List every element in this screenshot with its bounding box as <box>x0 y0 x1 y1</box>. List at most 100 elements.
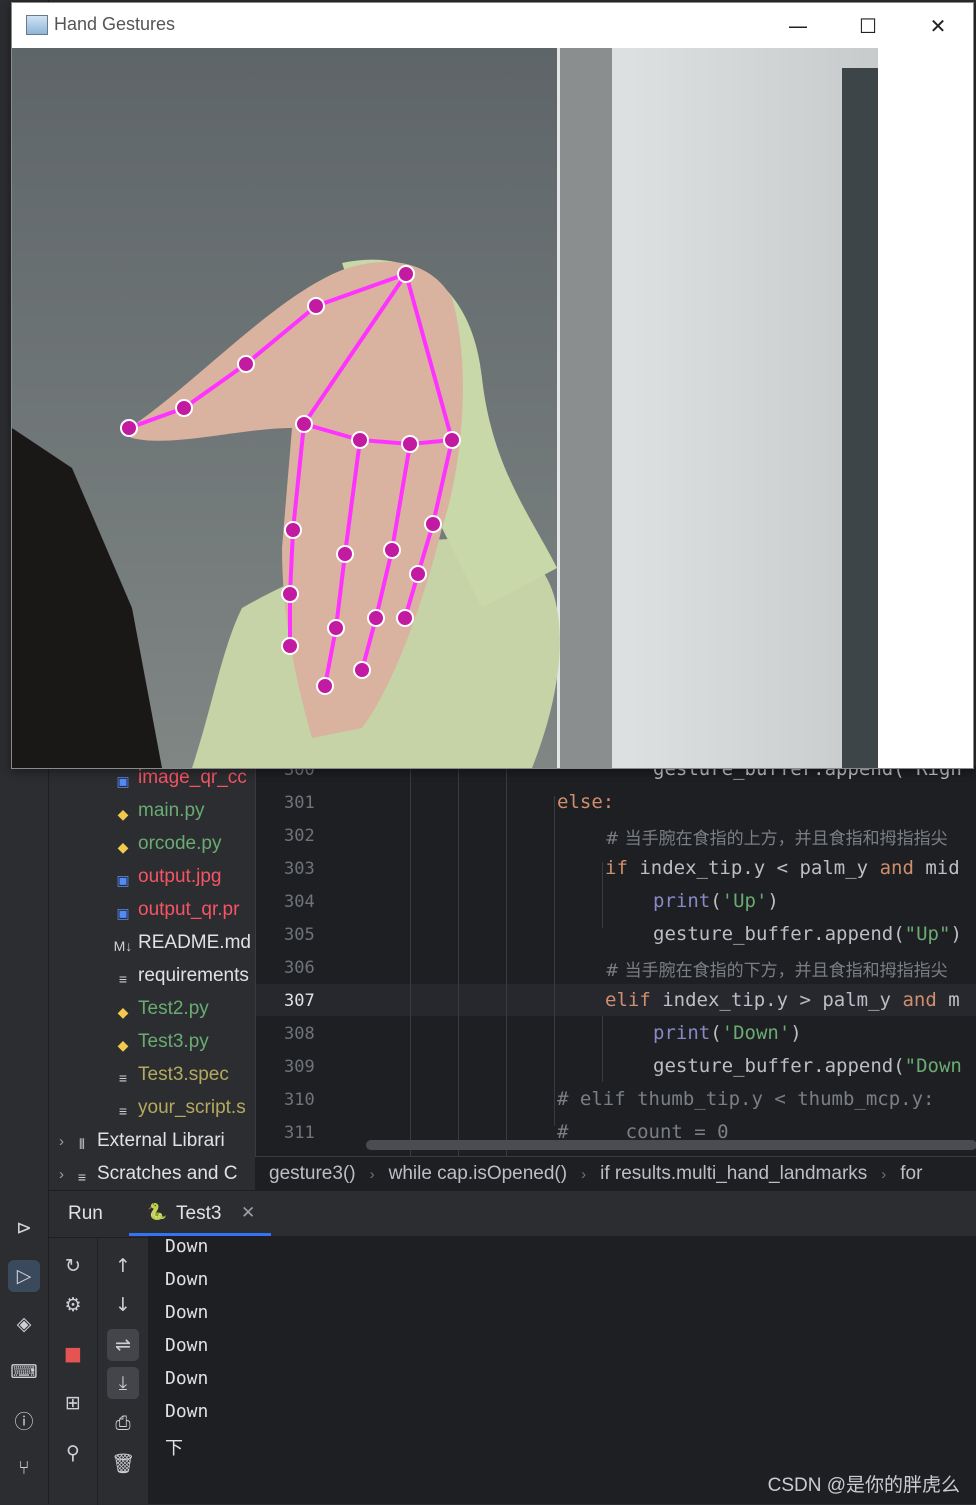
tree-item[interactable]: ≡ requirements <box>113 961 249 991</box>
python-file-icon: ◆ <box>117 839 129 855</box>
landmark-connection <box>288 529 295 595</box>
close-button[interactable]: ✕ <box>903 3 973 48</box>
line-number: 310 <box>284 1090 315 1110</box>
pin-icon[interactable]: ⚲ <box>57 1437 89 1469</box>
code-line[interactable]: print('Up') <box>653 890 779 912</box>
landmark-connection <box>182 362 248 410</box>
chevron-right-icon: › <box>369 1165 375 1183</box>
chevron-right-icon: › <box>581 1165 587 1183</box>
scroll-to-end-icon[interactable]: ⤓ <box>107 1367 139 1399</box>
code-line[interactable]: gesture_buffer.append("Up") <box>653 923 962 945</box>
soft-wrap-icon[interactable]: ⇌ <box>107 1329 139 1361</box>
tree-item-label: Test3.py <box>138 1031 209 1052</box>
landmark-point <box>397 265 415 283</box>
stop-icon[interactable]: ■ <box>57 1338 89 1370</box>
code-line[interactable]: gesture_buffer.append("Down <box>653 1055 962 1077</box>
tree-item[interactable]: ▣ output.jpg <box>113 862 221 892</box>
tab-label: Test3 <box>176 1203 222 1224</box>
tree-scratches[interactable]: › ≡ Scratches and C <box>59 1159 237 1189</box>
landmark-connection <box>291 423 306 531</box>
landmark-connection <box>374 549 394 619</box>
project-tree: ▣ image_qr_cc ◆ main.py ◆ orcode.py ▣ output.jp… <box>49 766 254 1190</box>
problems-icon[interactable]: ⓘ <box>8 1404 40 1436</box>
tree-item[interactable]: M↓ README.md <box>113 928 251 958</box>
run-panel-header: Run 🐍 Test3 ✕ <box>49 1191 976 1238</box>
tree-external-libraries[interactable]: › ⫴ External Librari <box>59 1126 225 1156</box>
rerun-icon[interactable]: ↻ <box>57 1250 89 1282</box>
landmark-point <box>336 545 354 563</box>
python-file-icon: ◆ <box>117 1004 129 1020</box>
tree-item[interactable]: ◆ Test3.py <box>113 1027 209 1057</box>
breadcrumb-item[interactable]: while cap.isOpened() <box>389 1163 567 1185</box>
app-icon <box>26 15 48 35</box>
text-file-icon: ≡ <box>118 1103 128 1119</box>
tree-item[interactable]: ≡ Test3.spec <box>113 1060 229 1090</box>
indent-guide <box>602 862 603 928</box>
hand-gestures-window[interactable]: Hand Gestures — ☐ ✕ <box>11 2 974 769</box>
tree-item[interactable]: ◆ orcode.py <box>113 829 222 859</box>
code-line[interactable]: # 当手腕在食指的下方，并且食指和拇指指尖 <box>605 956 948 981</box>
tree-item[interactable]: ▣ image_qr_cc <box>113 766 246 793</box>
git-icon[interactable]: ⑂ <box>8 1452 40 1484</box>
console-output[interactable]: Down Down Down Down Down Down 下 <box>148 1236 976 1504</box>
landmark-connection <box>244 304 318 366</box>
minimize-button[interactable]: — <box>763 3 833 48</box>
landmark-connection <box>431 439 454 525</box>
landmark-connection <box>390 443 412 551</box>
code-editor[interactable]: 300 301 302 303 304 305 306 307 308 309 … <box>255 766 976 1156</box>
layers-icon[interactable]: ◈ <box>8 1308 40 1340</box>
settings-icon[interactable]: ⚙ <box>57 1289 89 1321</box>
landmark-point <box>316 677 334 695</box>
landmark-point <box>443 431 461 449</box>
landmark-connection <box>404 273 454 441</box>
trash-icon[interactable]: 🗑 <box>107 1447 139 1479</box>
tree-item[interactable]: ≡ your_script.s <box>113 1093 246 1123</box>
scratches-icon: ≡ <box>77 1169 87 1185</box>
breadcrumb-item[interactable]: for <box>900 1163 922 1185</box>
terminal-icon[interactable]: ⌨ <box>8 1356 40 1388</box>
line-number: 309 <box>284 1057 315 1077</box>
tree-item[interactable]: ◆ main.py <box>113 796 205 826</box>
tree-item-label: output.jpg <box>138 866 222 887</box>
layout-icon[interactable]: ⊞ <box>57 1387 89 1419</box>
window-titlebar[interactable]: Hand Gestures — ☐ ✕ <box>12 3 973 48</box>
image-file-icon: ▣ <box>116 773 130 789</box>
line-number: 303 <box>284 859 315 879</box>
tree-item[interactable]: ◆ Test2.py <box>113 994 209 1024</box>
landmark-point <box>327 619 345 637</box>
tree-item-label: README.md <box>138 932 251 953</box>
chevron-right-icon[interactable]: › <box>59 1133 64 1150</box>
arrow-down-icon[interactable]: ↓ <box>107 1289 139 1321</box>
tab-test3[interactable]: 🐍 Test3 ✕ <box>129 1191 271 1237</box>
code-line[interactable]: # 当手腕在食指的上方，并且食指和拇指指尖 <box>605 824 948 849</box>
code-line[interactable]: # elif thumb_tip.y < thumb_mcp.y: <box>557 1088 935 1110</box>
code-line[interactable]: else: <box>557 791 614 813</box>
tree-item[interactable]: ▣ output_qr.pr <box>113 895 239 925</box>
image-file-icon: ▣ <box>116 872 130 888</box>
breadcrumb-item[interactable]: if results.multi_hand_landmarks <box>600 1163 867 1185</box>
maximize-button[interactable]: ☐ <box>833 3 903 48</box>
breadcrumb-item[interactable]: gesture3() <box>269 1163 356 1185</box>
output-line: Down <box>165 1368 209 1389</box>
markdown-file-icon: M↓ <box>113 938 133 954</box>
services-icon[interactable]: ⊳ <box>8 1212 40 1244</box>
landmark-point <box>353 661 371 679</box>
line-number: 301 <box>284 793 315 813</box>
tree-item-label: Test2.py <box>138 998 209 1019</box>
tree-item-label: output_qr.pr <box>138 899 240 920</box>
print-icon[interactable]: ⎙ <box>107 1407 139 1439</box>
indent-guide <box>506 766 507 1156</box>
run-tool-window-icon[interactable]: ▷ <box>8 1260 40 1292</box>
arrow-up-icon[interactable]: ↑ <box>107 1250 139 1282</box>
horizontal-scrollbar[interactable] <box>366 1140 976 1150</box>
close-icon[interactable]: ✕ <box>241 1203 255 1223</box>
code-line-current[interactable]: elif index_tip.y > palm_y and m <box>605 989 960 1011</box>
python-file-icon: ◆ <box>117 806 129 822</box>
run-panel-title: Run <box>68 1203 103 1224</box>
line-number: 311 <box>284 1123 315 1143</box>
code-line[interactable]: print('Down') <box>653 1022 802 1044</box>
breadcrumb: gesture3() › while cap.isOpened() › if r… <box>255 1156 976 1191</box>
chevron-right-icon[interactable]: › <box>59 1166 64 1183</box>
code-line[interactable]: if index_tip.y < palm_y and mid <box>605 857 960 879</box>
output-line: Down <box>165 1335 209 1356</box>
